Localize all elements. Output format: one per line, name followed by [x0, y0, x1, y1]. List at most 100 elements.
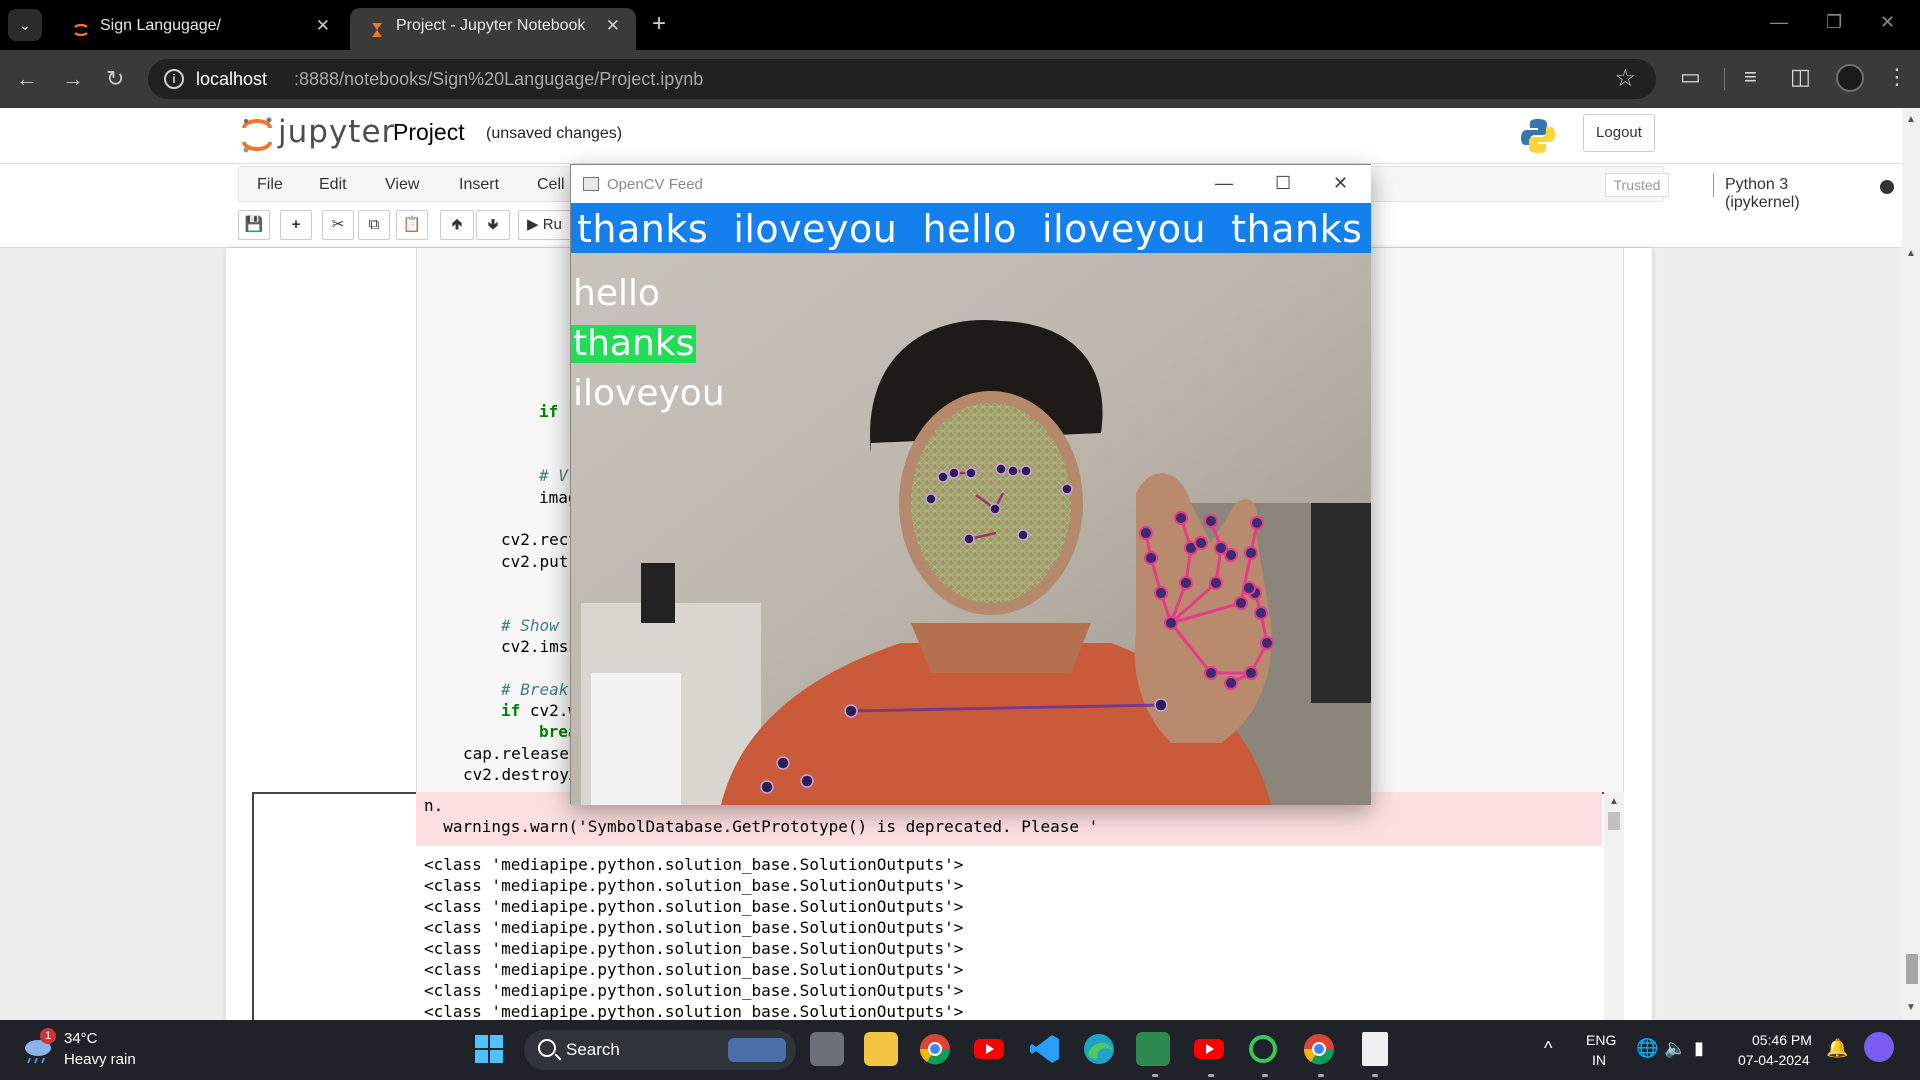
notepad-icon[interactable]	[1362, 1032, 1388, 1066]
reload-icon[interactable]: ↻	[106, 66, 124, 92]
youtube-app-icon[interactable]	[1192, 1032, 1226, 1066]
clock-date[interactable]: 07-04-2024	[1738, 1052, 1810, 1068]
jupyter-app-icon[interactable]	[1246, 1032, 1280, 1066]
browser-tab-strip: ⌄ Sign Langugage/ ✕ Project - Jupyter No…	[0, 0, 1920, 50]
menu-view[interactable]: View	[385, 176, 419, 194]
back-icon[interactable]: ←	[16, 66, 38, 92]
page-scrollbar[interactable]: ▲ ▲ ▼	[1902, 108, 1920, 1020]
tab-search-button[interactable]: ⌄	[8, 9, 42, 41]
close-tab-icon[interactable]: ✕	[316, 16, 330, 36]
side-panel-icon[interactable]: ◫	[1790, 64, 1811, 90]
clock-time[interactable]: 05:46 PM	[1752, 1032, 1812, 1048]
volume-icon[interactable]: 🔈	[1664, 1038, 1686, 1059]
profile-avatar[interactable]	[1836, 64, 1864, 92]
opencv-titlebar[interactable]: OpenCV Feed — ☐ ✕	[571, 165, 1371, 203]
running-indicator	[1208, 1074, 1214, 1077]
file-explorer-icon[interactable]	[864, 1032, 898, 1066]
scroll-up-icon[interactable]: ▲	[1609, 796, 1619, 807]
probability-label-thanks: thanks	[571, 323, 697, 364]
jupyter-header: jupyter Project (unsaved changes) Logout	[0, 108, 1902, 164]
scroll-up-icon[interactable]: ▲	[1906, 248, 1916, 259]
forward-icon[interactable]: →	[62, 66, 84, 92]
stdout-line: <class 'mediapipe.python.solution_base.S…	[424, 918, 964, 937]
code-comment: # Show t	[501, 616, 579, 635]
kernel-name[interactable]: Python 3 (ipykernel)	[1725, 176, 1800, 212]
maximize-icon[interactable]: ☐	[1275, 173, 1291, 194]
save-status: (unsaved changes)	[486, 125, 623, 142]
code-line: cap.release	[463, 744, 569, 763]
cut-button[interactable]: ✂	[322, 210, 354, 240]
menu-insert[interactable]: Insert	[459, 176, 499, 194]
trusted-indicator[interactable]: Trusted	[1605, 173, 1669, 197]
save-button[interactable]: 💾	[238, 210, 270, 240]
page-scroll-thumb[interactable]	[1906, 954, 1918, 984]
close-window-icon[interactable]: ✕	[1880, 12, 1895, 33]
menu-file[interactable]: File	[257, 176, 283, 194]
excel-icon[interactable]	[1136, 1032, 1170, 1066]
copilot-icon[interactable]	[1864, 1032, 1894, 1062]
youtube-icon[interactable]	[972, 1032, 1006, 1066]
bookmark-star-icon[interactable]: ☆	[1614, 64, 1636, 93]
task-view-icon[interactable]	[810, 1032, 844, 1066]
media-controls-icon[interactable]: ≡	[1744, 64, 1757, 90]
paste-button[interactable]: 📋	[396, 210, 428, 240]
output-scroll-thumb[interactable]	[1608, 812, 1620, 830]
webcam-image	[571, 203, 1371, 805]
tab-title: Sign Langugage/	[100, 17, 221, 34]
logout-button[interactable]: Logout	[1583, 114, 1655, 152]
kernel-divider	[1713, 173, 1714, 197]
code-comment: # V	[539, 466, 568, 485]
weather-description[interactable]: Heavy rain	[64, 1051, 136, 1068]
weather-temperature[interactable]: 34°C	[64, 1030, 98, 1047]
scroll-up-icon[interactable]: ▲	[1906, 114, 1916, 125]
language-indicator[interactable]: ENG	[1586, 1032, 1616, 1048]
running-indicator	[1372, 1074, 1378, 1077]
running-indicator	[1262, 1074, 1268, 1077]
network-icon[interactable]: 🌐	[1636, 1038, 1658, 1059]
jupyter-icon	[74, 23, 88, 37]
edge-icon[interactable]	[1082, 1032, 1116, 1066]
restore-icon[interactable]: ❐	[1826, 12, 1842, 33]
chrome-menu-icon[interactable]: ⋮	[1886, 64, 1908, 90]
predicted-sentence: thanks iloveyou hello iloveyou thanks	[577, 207, 1363, 251]
chrome-icon[interactable]	[918, 1032, 952, 1066]
windows-start-icon[interactable]	[472, 1032, 506, 1066]
tab-sign-language[interactable]: Sign Langugage/ ✕	[54, 8, 346, 50]
run-button[interactable]: ▶ Ru	[518, 210, 578, 240]
taskbar-search[interactable]: Search	[524, 1030, 796, 1070]
battery-icon[interactable]: ▮	[1694, 1038, 1704, 1059]
new-tab-button[interactable]: +	[652, 10, 666, 38]
opencv-window[interactable]: OpenCV Feed — ☐ ✕ thanks iloveyou hello …	[570, 164, 1371, 805]
browser-toolbar: ← → ↻ i localhost :8888/notebooks/Sign%2…	[0, 50, 1920, 108]
notebook-name[interactable]: Project	[393, 119, 465, 146]
stdout-line: <class 'mediapipe.python.solution_base.S…	[424, 897, 964, 916]
close-icon[interactable]: ✕	[1333, 173, 1348, 194]
language-region[interactable]: IN	[1592, 1052, 1606, 1068]
move-down-button[interactable]: 🢃	[476, 210, 510, 240]
search-highlight-icon	[728, 1038, 786, 1062]
chrome-profile-icon[interactable]	[1302, 1032, 1336, 1066]
jupyter-logo-icon[interactable]	[240, 116, 274, 154]
close-tab-icon[interactable]: ✕	[606, 16, 620, 36]
menu-edit[interactable]: Edit	[319, 176, 347, 194]
output-scrollbar[interactable]: ▲	[1604, 792, 1624, 1020]
minimize-icon[interactable]: —	[1215, 173, 1233, 194]
tab-project-notebook[interactable]: Project - Jupyter Notebook ✕	[350, 8, 636, 50]
notification-bell-icon[interactable]: 🔔	[1826, 1038, 1848, 1059]
address-bar[interactable]: i localhost :8888/notebooks/Sign%20Langu…	[148, 59, 1656, 99]
insert-cell-button[interactable]: +	[280, 210, 312, 240]
code-line: cv2.imsh	[501, 637, 579, 656]
probability-label-iloveyou: iloveyou	[573, 373, 725, 414]
scroll-down-icon[interactable]: ▼	[1906, 1002, 1916, 1013]
extensions-icon[interactable]: ▭	[1680, 64, 1701, 90]
show-hidden-icons-icon[interactable]: ^	[1544, 1038, 1552, 1059]
menu-cell[interactable]: Cell	[537, 176, 565, 194]
move-up-button[interactable]: 🢁	[440, 210, 474, 240]
site-info-icon[interactable]: i	[164, 69, 184, 89]
minimize-icon[interactable]: —	[1770, 12, 1788, 33]
stdout-line: <class 'mediapipe.python.solution_base.S…	[424, 960, 964, 979]
search-label: Search	[566, 1040, 620, 1059]
copy-button[interactable]: ⧉	[358, 210, 390, 240]
vscode-icon[interactable]	[1028, 1032, 1062, 1066]
run-label: Ru	[542, 216, 562, 233]
